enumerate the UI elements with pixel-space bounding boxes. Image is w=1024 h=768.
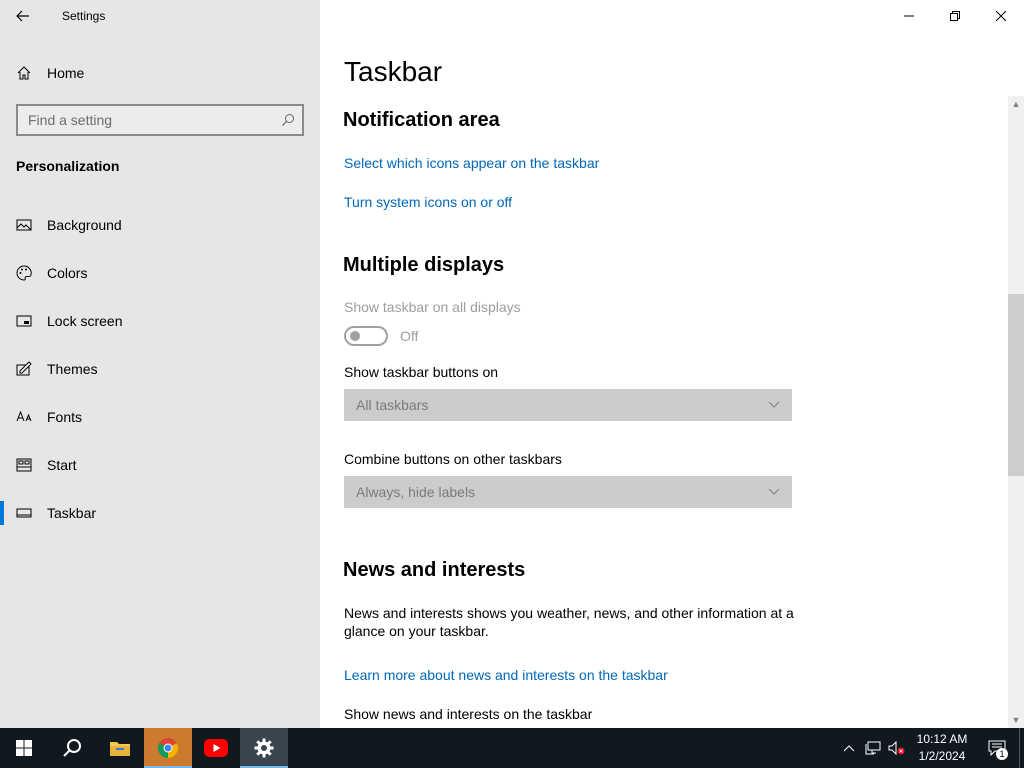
search-input[interactable]: [18, 112, 274, 128]
volume-button[interactable]: [885, 728, 909, 768]
page-title: Taskbar: [344, 56, 443, 87]
close-icon: [996, 11, 1006, 21]
sidebar-item-colors[interactable]: Colors: [0, 249, 320, 297]
home-icon: [0, 65, 47, 81]
combine-buttons-label: Combine buttons on other taskbars: [344, 451, 562, 467]
news-description: News and interests shows you weather, ne…: [344, 605, 794, 639]
scroll-down-arrow-icon[interactable]: ▼: [1008, 712, 1024, 728]
restore-icon: [950, 11, 960, 21]
nav-list: Background Colors Lock screen Themes Fon…: [0, 201, 320, 537]
palette-icon: [0, 265, 47, 281]
section-title: Personalization: [16, 158, 120, 174]
sidebar-item-taskbar[interactable]: Taskbar: [0, 489, 320, 537]
clock-time: 10:12 AM: [916, 732, 968, 746]
network-icon: [865, 741, 881, 755]
sidebar-item-themes[interactable]: Themes: [0, 345, 320, 393]
sidebar-item-label: Start: [47, 457, 77, 473]
arrow-left-icon: [16, 10, 29, 22]
sidebar-item-label: Taskbar: [47, 505, 97, 521]
vertical-scrollbar[interactable]: ▲ ▼: [1008, 96, 1024, 728]
multiple-displays-heading: Multiple displays: [343, 254, 505, 276]
restore-button[interactable]: [932, 0, 978, 32]
notification-area-heading: Notification area: [343, 109, 500, 131]
picture-icon: [0, 217, 47, 233]
sidebar-item-fonts[interactable]: Fonts: [0, 393, 320, 441]
sidebar-item-lock-screen[interactable]: Lock screen: [0, 297, 320, 345]
sidebar-item-label: Themes: [47, 361, 98, 377]
show-all-displays-toggle-row: Off: [344, 326, 418, 346]
minimize-icon: [904, 15, 914, 17]
clock[interactable]: 10:12 AM 1/2/2024: [909, 731, 975, 765]
settings-sidebar: Settings Home Personalization Background…: [0, 0, 320, 728]
sidebar-item-label: Colors: [47, 265, 88, 281]
toggle-knob: [350, 331, 360, 341]
home-label: Home: [47, 65, 85, 81]
sidebar-item-label: Lock screen: [47, 313, 123, 329]
taskbar: 10:12 AM 1/2/2024 1: [0, 728, 1024, 768]
sidebar-item-background[interactable]: Background: [0, 201, 320, 249]
news-heading: News and interests: [343, 559, 526, 581]
notification-count-badge: 1: [996, 748, 1008, 760]
themes-icon: [0, 361, 47, 377]
chevron-up-icon: [843, 745, 855, 752]
chrome-button[interactable]: [144, 728, 192, 768]
system-icons-link[interactable]: Turn system icons on or off: [344, 194, 512, 210]
title-bar: Settings: [0, 0, 320, 32]
chevron-down-icon: [768, 488, 780, 495]
main-content: Taskbar Notification area Select which i…: [320, 0, 1024, 728]
combine-buttons-dropdown[interactable]: Always, hide labels: [344, 476, 792, 508]
network-button[interactable]: [861, 728, 885, 768]
show-all-displays-label: Show taskbar on all displays: [344, 299, 521, 315]
window-controls: [886, 0, 1024, 32]
start-button[interactable]: [0, 728, 48, 768]
show-all-displays-toggle[interactable]: [344, 326, 388, 346]
chevron-down-icon: [768, 401, 780, 408]
taskbar-icon: [0, 505, 47, 521]
start-icon: [0, 457, 47, 473]
back-button[interactable]: [0, 0, 46, 32]
show-hidden-icons-button[interactable]: [837, 728, 861, 768]
system-tray: 10:12 AM 1/2/2024 1: [837, 728, 1024, 768]
sidebar-item-start[interactable]: Start: [0, 441, 320, 489]
clock-date: 1/2/2024: [918, 749, 966, 763]
toggle-state-label: Off: [400, 328, 419, 344]
chrome-icon: [157, 738, 179, 759]
buttons-on-dropdown[interactable]: All taskbars: [344, 389, 792, 421]
action-center-button[interactable]: 1: [975, 728, 1019, 768]
search-box[interactable]: [16, 104, 304, 136]
buttons-on-label: Show taskbar buttons on: [344, 364, 499, 380]
sidebar-item-label: Fonts: [47, 409, 83, 425]
scroll-up-arrow-icon[interactable]: ▲: [1008, 96, 1024, 112]
file-explorer-button[interactable]: [96, 728, 144, 768]
fonts-icon: [0, 409, 47, 425]
youtube-icon: [204, 739, 228, 757]
volume-muted-icon: [888, 741, 905, 755]
scroll-thumb[interactable]: [1008, 294, 1024, 476]
search-button[interactable]: [48, 728, 96, 768]
home-nav-item[interactable]: Home: [0, 58, 320, 88]
select-icons-link[interactable]: Select which icons appear on the taskbar: [344, 155, 599, 171]
windows-logo-icon: [16, 740, 32, 756]
show-news-label: Show news and interests on the taskbar: [344, 706, 593, 722]
search-icon[interactable]: [274, 113, 302, 127]
show-desktop-button[interactable]: [1019, 728, 1024, 768]
minimize-button[interactable]: [886, 0, 932, 32]
file-explorer-icon: [110, 742, 130, 756]
youtube-button[interactable]: [192, 728, 240, 768]
dropdown-value: Always, hide labels: [356, 484, 476, 500]
settings-button[interactable]: [240, 728, 288, 768]
search-icon: [63, 739, 81, 757]
app-title: Settings: [62, 9, 106, 23]
close-button[interactable]: [978, 0, 1024, 32]
dropdown-value: All taskbars: [356, 397, 429, 413]
learn-more-link[interactable]: Learn more about news and interests on t…: [344, 667, 668, 683]
sidebar-item-label: Background: [47, 217, 122, 233]
settings-icon: [254, 738, 274, 758]
lock-screen-icon: [0, 313, 47, 329]
